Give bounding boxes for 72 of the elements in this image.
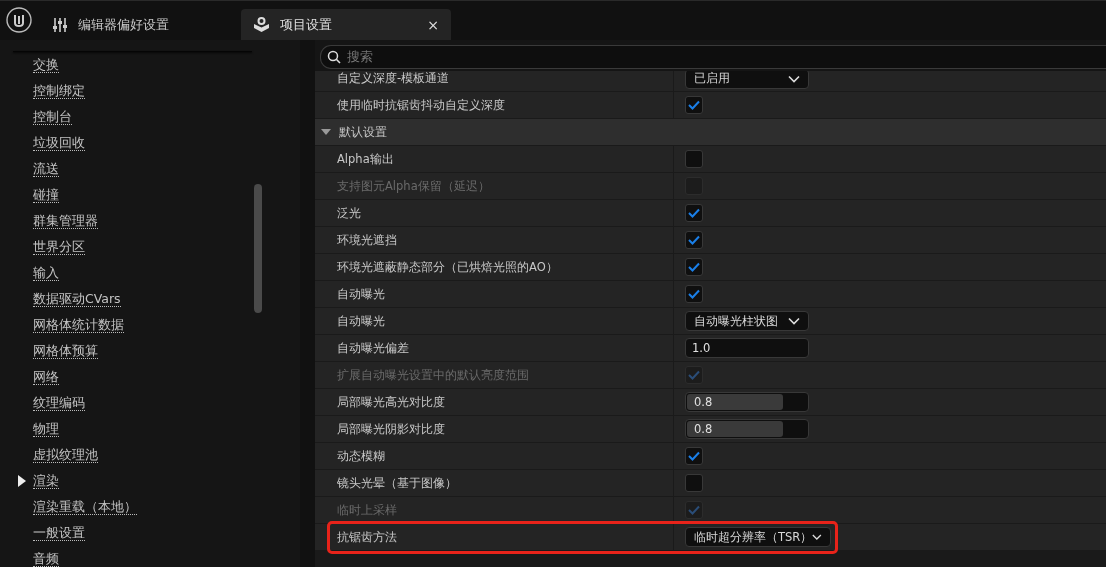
checkmark-icon [688,208,700,218]
sidebar-link[interactable]: 网格体统计数据 [33,317,124,333]
setting-label: 支持图元Alpha保留（延迟） [337,178,490,194]
sidebar-link[interactable]: 一般设置 [33,525,85,541]
sidebar-link[interactable]: 群集管理器 [33,213,98,229]
checkbox[interactable] [685,474,703,492]
sidebar-link[interactable]: 数据驱动CVars [33,291,121,307]
sidebar-link[interactable]: 碰撞 [33,187,59,203]
sidebar-link[interactable]: 纹理编码 [33,395,85,411]
tab[interactable]: 编辑器偏好设置 [40,9,181,40]
chevron-down-icon [812,533,822,541]
dropdown[interactable]: 已启用 [685,71,809,89]
sliders-icon [52,16,68,33]
setting-label: 扩展自动曝光设置中的默认亮度范围 [337,367,529,383]
checkmark-icon [688,100,700,110]
setting-label: 动态模糊 [337,448,385,464]
scrollbar[interactable] [254,184,262,313]
checkbox[interactable] [685,204,703,222]
checkbox[interactable] [685,258,703,276]
search-field[interactable]: 搜索 [320,45,1106,69]
setting-label: 自动曝光 [337,313,385,329]
sidebar-link[interactable]: 世界分区 [33,239,85,255]
sidebar-link[interactable]: 控制绑定 [33,83,85,99]
sidebar-link[interactable]: 输入 [33,265,59,281]
sidebar-link[interactable]: 网络 [33,369,59,385]
sidebar-link[interactable]: 网格体预算 [33,343,98,359]
setting-label: 泛光 [337,205,361,221]
slider-field[interactable]: 0.8 [685,419,809,439]
checkmark-icon [688,262,700,272]
setting-label: 自动曝光偏差 [337,340,409,356]
setting-label: 局部曝光高光对比度 [337,394,445,410]
sidebar-link[interactable]: 渲染 [33,473,59,489]
sidebar-link[interactable]: 交换 [33,57,59,73]
sidebar-link[interactable]: 物理 [33,421,59,437]
tab[interactable]: 项目设置 × [241,9,451,40]
checkbox[interactable] [685,96,703,114]
sidebar-link[interactable]: 控制台 [33,109,72,125]
checkmark-icon [688,235,700,245]
setting-label: 使用临时抗锯齿抖动自定义深度 [337,97,505,113]
setting-label: 环境光遮蔽静态部分（已烘焙光照的AO） [337,259,558,275]
setting-label: 自定义深度-模板通道 [337,71,450,86]
setting-label: 局部曝光阴影对比度 [337,421,445,437]
chevron-down-icon [788,317,800,325]
setting-label: 自动曝光 [337,286,385,302]
checkmark-icon [688,289,700,299]
triangle-down-icon [321,128,331,136]
dropdown[interactable]: 临时超分辨率（TSR） [685,527,831,547]
setting-label: 抗锯齿方法 [337,529,397,545]
checkmark-icon [688,451,700,461]
setting-label: 镜头光晕（基于图像） [337,475,457,491]
checkbox[interactable] [685,231,703,249]
slider-field[interactable]: 0.8 [685,392,809,412]
checkmark-icon [688,370,700,380]
setting-label: Alpha输出 [337,151,394,167]
checkmark-icon [688,505,700,515]
search-icon [327,50,341,64]
gear-box-icon [253,16,270,33]
checkbox[interactable] [685,447,703,465]
sidebar-link[interactable]: 流送 [33,161,59,177]
logo-icon [6,7,32,33]
setting-label: 环境光遮挡 [337,232,397,248]
sidebar-link[interactable]: 音频 [33,551,59,567]
sidebar-link[interactable]: 虚拟纹理池 [33,447,98,463]
dropdown[interactable]: 自动曝光柱状图 [685,311,809,331]
sidebar-link[interactable]: 渲染重载（本地） [33,499,137,515]
checkbox[interactable] [685,150,703,168]
chevron-down-icon [788,74,800,83]
number-field[interactable]: 1.0 [685,338,809,358]
section-header[interactable]: 默认设置 [315,119,1106,146]
sidebar-link[interactable]: 垃圾回收 [33,135,85,151]
close-icon[interactable]: × [427,16,439,33]
checkbox[interactable] [685,285,703,303]
